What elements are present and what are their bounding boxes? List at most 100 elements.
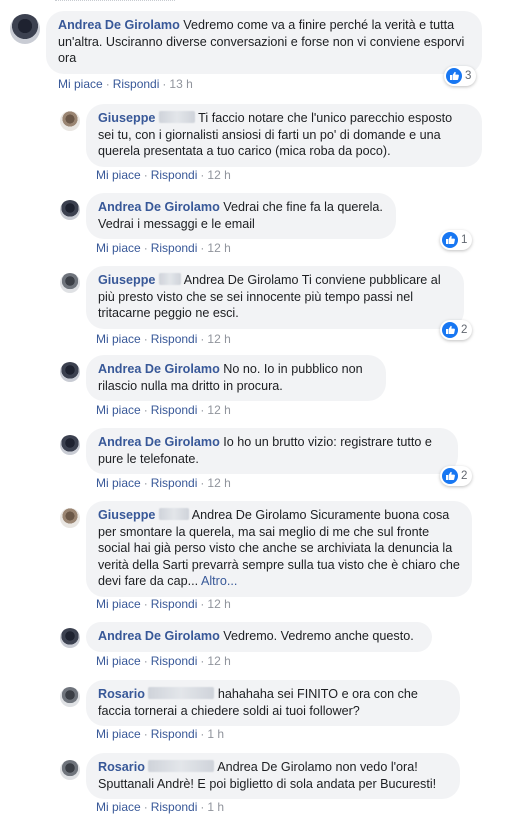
separator: ·	[143, 241, 148, 255]
timestamp[interactable]: 1 h	[207, 800, 224, 814]
separator: ·	[143, 727, 148, 741]
separator: ·	[200, 241, 205, 255]
comment-bubble: Andrea De Girolamo Vedremo come va a fin…	[46, 11, 482, 74]
comment-bubble: Andrea De Girolamo Vedrai che fine fa la…	[86, 193, 396, 239]
comment-actions: Mi piace · Rispondi · 12 h	[96, 241, 231, 255]
reply-button[interactable]: Rispondi	[151, 476, 198, 490]
comment-actions: Mi piace · Rispondi · 13 h	[58, 77, 193, 91]
reaction-count[interactable]: 1	[440, 230, 473, 250]
timestamp[interactable]: 12 h	[207, 654, 230, 668]
avatar[interactable]	[60, 687, 80, 707]
timestamp[interactable]: 12 h	[207, 597, 230, 611]
comment-bubble: Andrea De Girolamo No no. Io in pubblico…	[86, 355, 386, 401]
avatar[interactable]	[60, 760, 80, 780]
comment-thread: Andrea De Girolamo Vedremo come va a fin…	[0, 0, 505, 824]
comment-bubble: Giuseppe Andrea De Girolamo Sicuramente …	[86, 501, 472, 597]
like-icon	[442, 232, 458, 248]
reply-button[interactable]: Rispondi	[151, 403, 198, 417]
redacted-name	[158, 273, 181, 285]
see-more-link[interactable]: Altro...	[201, 574, 237, 588]
separator: ·	[200, 332, 205, 346]
comment-bubble: Andrea De Girolamo Io ho un brutto vizio…	[86, 428, 458, 474]
reaction-count[interactable]: 2	[440, 466, 473, 486]
comment-author[interactable]: Andrea De Girolamo	[98, 200, 220, 214]
timestamp[interactable]: 12 h	[207, 476, 230, 490]
separator: ·	[143, 332, 148, 346]
comment-bubble: Giuseppe Andrea De Girolamo Ti conviene …	[86, 266, 464, 329]
comment-actions: Mi piace · Rispondi · 1 h	[96, 727, 224, 741]
comment-author[interactable]: Giuseppe	[98, 273, 155, 287]
separator: ·	[143, 800, 148, 814]
redacted-name	[158, 111, 195, 123]
avatar[interactable]	[60, 273, 80, 293]
separator: ·	[200, 403, 205, 417]
like-button[interactable]: Mi piace	[96, 168, 141, 182]
comment-bubble: Rosario Andrea De Girolamo non vedo l'or…	[86, 753, 460, 799]
avatar[interactable]	[10, 14, 40, 44]
separator: ·	[162, 77, 167, 91]
comment-author[interactable]: Andrea De Girolamo	[98, 435, 220, 449]
like-button[interactable]: Mi piace	[96, 800, 141, 814]
timestamp[interactable]: 13 h	[169, 77, 192, 91]
comment-author[interactable]: Giuseppe	[98, 111, 155, 125]
avatar[interactable]	[60, 628, 80, 648]
separator: ·	[105, 77, 110, 91]
reaction-number: 3	[465, 70, 472, 82]
like-button[interactable]: Mi piace	[96, 597, 141, 611]
thread-divider	[55, 0, 175, 3]
redacted-name	[148, 687, 215, 699]
reply-button[interactable]: Rispondi	[113, 77, 160, 91]
comment-actions: Mi piace · Rispondi · 12 h	[96, 597, 231, 611]
avatar[interactable]	[60, 508, 80, 528]
comment-author[interactable]: Andrea De Girolamo	[98, 629, 220, 643]
comment-author[interactable]: Andrea De Girolamo	[98, 362, 220, 376]
avatar[interactable]	[60, 200, 80, 220]
separator: ·	[200, 476, 205, 490]
reaction-number: 1	[461, 234, 468, 246]
like-button[interactable]: Mi piace	[96, 403, 141, 417]
comment-actions: Mi piace · Rispondi · 12 h	[96, 403, 231, 417]
reaction-count[interactable]: 3	[444, 66, 477, 86]
separator: ·	[200, 168, 205, 182]
reaction-number: 2	[461, 470, 468, 482]
like-button[interactable]: Mi piace	[96, 476, 141, 490]
comment-bubble: Rosario hahahaha sei FINITO e ora con ch…	[86, 680, 460, 726]
separator: ·	[200, 597, 205, 611]
separator: ·	[143, 476, 148, 490]
comment-text: hahahaha sei FINITO e ora con che faccia…	[98, 687, 418, 718]
reply-button[interactable]: Rispondi	[151, 241, 198, 255]
avatar[interactable]	[60, 435, 80, 455]
reply-button[interactable]: Rispondi	[151, 800, 198, 814]
reply-button[interactable]: Rispondi	[151, 727, 198, 741]
comment-actions: Mi piace · Rispondi · 12 h	[96, 168, 231, 182]
like-button[interactable]: Mi piace	[96, 727, 141, 741]
comment-author[interactable]: Andrea De Girolamo	[58, 18, 180, 32]
reply-button[interactable]: Rispondi	[151, 332, 198, 346]
avatar[interactable]	[60, 362, 80, 382]
comment-text: Vedremo. Vedremo anche questo.	[223, 629, 414, 643]
like-icon	[442, 468, 458, 484]
separator: ·	[143, 168, 148, 182]
timestamp[interactable]: 12 h	[207, 241, 230, 255]
separator: ·	[143, 403, 148, 417]
like-button[interactable]: Mi piace	[58, 77, 103, 91]
comment-actions: Mi piace · Rispondi · 1 h	[96, 800, 224, 814]
reaction-count[interactable]: 2	[440, 320, 473, 340]
like-button[interactable]: Mi piace	[96, 654, 141, 668]
comment-author[interactable]: Rosario	[98, 687, 145, 701]
avatar[interactable]	[60, 111, 80, 131]
timestamp[interactable]: 12 h	[207, 332, 230, 346]
reply-button[interactable]: Rispondi	[151, 597, 198, 611]
like-button[interactable]: Mi piace	[96, 241, 141, 255]
separator: ·	[143, 597, 148, 611]
like-button[interactable]: Mi piace	[96, 332, 141, 346]
timestamp[interactable]: 12 h	[207, 403, 230, 417]
comment-bubble: Giuseppe Ti faccio notare che l'unico pa…	[86, 104, 482, 167]
redacted-name	[158, 508, 189, 520]
reply-button[interactable]: Rispondi	[151, 654, 198, 668]
comment-author[interactable]: Rosario	[98, 760, 145, 774]
reply-button[interactable]: Rispondi	[151, 168, 198, 182]
timestamp[interactable]: 12 h	[207, 168, 230, 182]
comment-author[interactable]: Giuseppe	[98, 508, 155, 522]
timestamp[interactable]: 1 h	[207, 727, 224, 741]
